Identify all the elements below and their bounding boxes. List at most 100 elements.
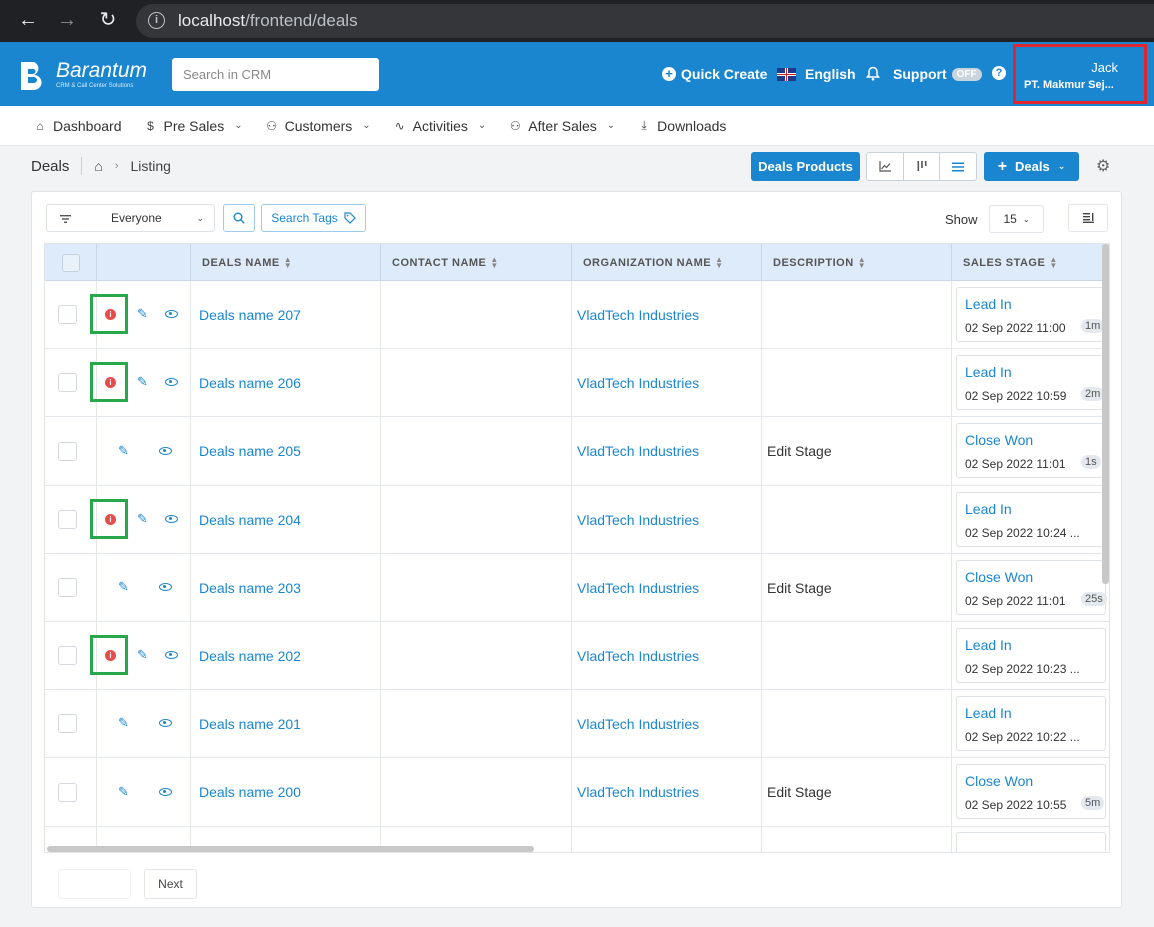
organization-link[interactable]: VladTech Industries [572,307,699,323]
sales-stage-card[interactable]: Lead In 02 Sep 2022 11:00 1m [956,287,1106,342]
site-info-icon[interactable]: i [148,12,165,29]
deals-products-button[interactable]: Deals Products [751,152,860,181]
edit-pencil-icon[interactable]: ✎ [118,579,129,595]
view-eye-icon[interactable] [159,787,172,796]
organization-link[interactable]: VladTech Industries [572,784,699,800]
table-row[interactable]: i ✎ Deals name 202 VladTech Industries Lead … [45,622,1109,690]
table-row[interactable]: i ✎ Deals name 207 VladTech Industries Lead … [45,281,1109,349]
list-view-icon[interactable] [940,153,976,180]
view-eye-icon[interactable] [159,583,172,591]
column-header-description[interactable]: DESCRIPTION ▲ ▼ [762,244,952,281]
edit-pencil-icon[interactable]: ✎ [137,374,148,390]
sales-stage-card[interactable] [956,832,1106,852]
brand-logo[interactable]: Barantum CRM & Call Center Solutions [18,58,158,92]
alert-icon[interactable]: i [105,309,116,320]
sales-stage-card[interactable]: Lead In 02 Sep 2022 10:59 2m [956,355,1106,410]
alert-icon[interactable]: i [105,514,116,525]
edit-pencil-icon[interactable]: ✎ [137,647,148,663]
search-tags-button[interactable]: Search Tags [261,204,366,232]
sales-stage-card[interactable]: Close Won 02 Sep 2022 11:01 25s [956,560,1107,615]
view-eye-icon[interactable] [159,446,172,455]
kanban-view-icon[interactable] [904,153,941,180]
edit-pencil-icon[interactable]: ✎ [137,511,148,527]
select-all-checkbox[interactable] [62,253,80,272]
row-checkbox[interactable] [58,646,77,665]
quick-create-button[interactable]: + Quick Create [662,66,767,82]
table-row[interactable]: i ✎ Deals name 204 VladTech Industries Lead … [45,486,1109,554]
row-checkbox[interactable] [58,441,77,461]
deal-name-link[interactable]: Deals name 205 [191,443,301,459]
url-text[interactable]: localhost/frontend/deals [178,11,358,31]
column-settings-button[interactable] [1068,204,1108,232]
organization-link[interactable]: VladTech Industries [572,648,699,664]
page-size-select[interactable]: 15 ⌄ [989,205,1044,233]
sales-stage-card[interactable]: Lead In 02 Sep 2022 10:23 ... [956,628,1106,683]
deal-name-link[interactable]: Deals name 200 [191,784,301,800]
deal-name-link[interactable]: Deals name 207 [191,307,301,323]
nav-pre-sales[interactable]: $ Pre Sales ⌄ [144,118,242,134]
horizontal-scrollbar[interactable] [47,846,534,852]
previous-page-button[interactable] [58,869,131,899]
nav-customers[interactable]: ⚇ Customers ⌄ [265,118,370,134]
edit-pencil-icon[interactable]: ✎ [118,784,129,800]
back-arrow-icon[interactable]: ← [17,9,39,31]
search-button[interactable] [223,204,255,232]
forward-arrow-icon[interactable]: → [56,9,78,31]
nav-activities[interactable]: ∿ Activities ⌄ [393,118,487,134]
crm-search-input[interactable] [172,58,379,91]
user-menu[interactable]: Jack PT. Makmur Sej... [1013,44,1147,104]
organization-link[interactable]: VladTech Industries [572,716,699,732]
alert-icon[interactable]: i [105,650,116,661]
view-eye-icon[interactable] [165,378,178,386]
support-toggle[interactable]: Support OFF [893,66,982,82]
table-row[interactable]: ✎ Deals name 200 VladTech Industries Edit S… [45,758,1109,827]
table-row[interactable]: i ✎ Deals name 206 VladTech Industries Lead … [45,349,1109,417]
view-eye-icon[interactable] [165,310,178,318]
owner-filter-select[interactable]: Everyone ⌄ [46,204,215,232]
deal-name-link[interactable]: Deals name 203 [191,580,301,596]
row-checkbox[interactable] [58,305,77,324]
sales-stage-card[interactable]: Lead In 02 Sep 2022 10:22 ... [956,696,1106,751]
view-eye-icon[interactable] [159,719,172,727]
view-eye-icon[interactable] [165,651,178,659]
sales-stage-card[interactable]: Close Won 02 Sep 2022 10:55 5m [956,764,1106,819]
deals-create-button[interactable]: + Deals ⌄ [984,152,1079,181]
nav-after-sales[interactable]: ⚇ After Sales ⌄ [508,118,615,134]
nav-downloads[interactable]: ⤓ Downloads [637,118,727,134]
organization-link[interactable]: VladTech Industries [572,580,699,596]
address-bar[interactable]: i localhost/frontend/deals [136,4,1154,38]
chart-view-icon[interactable] [867,153,904,180]
edit-pencil-icon[interactable]: ✎ [137,306,148,322]
edit-pencil-icon[interactable]: ✎ [118,715,129,731]
table-row[interactable]: ✎ Deals name 205 VladTech Industries Edit S… [45,417,1109,486]
sales-stage-card[interactable]: Close Won 02 Sep 2022 11:01 1s [956,423,1106,478]
deal-name-link[interactable]: Deals name 204 [191,512,301,528]
help-button[interactable]: ? [992,66,1006,80]
next-page-button[interactable]: Next [144,869,197,899]
edit-pencil-icon[interactable]: ✎ [118,443,129,459]
row-checkbox[interactable] [58,373,77,392]
home-icon[interactable]: ⌂ [94,158,102,174]
reload-icon[interactable]: ↻ [97,9,119,31]
sales-stage-card[interactable]: Lead In 02 Sep 2022 10:24 ... [956,492,1106,547]
table-row[interactable]: ✎ Deals name 203 VladTech Industries Edit S… [45,554,1109,622]
column-header-sales-stage[interactable]: SALES STAGE ▲ ▼ [952,244,1109,281]
row-checkbox[interactable] [58,714,77,733]
organization-link[interactable]: VladTech Industries [572,443,699,459]
nav-dashboard[interactable]: ⌂ Dashboard [33,118,121,134]
notifications-bell-icon[interactable] [866,66,880,81]
vertical-scrollbar[interactable] [1102,244,1109,584]
column-header-deals-name[interactable]: DEALS NAME ▲ ▼ [191,244,381,281]
organization-link[interactable]: VladTech Industries [572,512,699,528]
column-header-organization-name[interactable]: ORGANIZATION NAME ▲ ▼ [572,244,762,281]
language-selector[interactable]: English [777,66,856,82]
deal-name-link[interactable]: Deals name 201 [191,716,301,732]
column-header-contact-name[interactable]: CONTACT NAME ▲ ▼ [381,244,572,281]
row-checkbox[interactable] [58,510,77,529]
row-checkbox[interactable] [58,782,77,802]
deal-name-link[interactable]: Deals name 206 [191,375,301,391]
view-eye-icon[interactable] [165,515,178,523]
table-row[interactable]: ✎ Deals name 201 VladTech Industries Lead I… [45,690,1109,758]
row-checkbox[interactable] [58,578,77,597]
alert-icon[interactable]: i [105,377,116,388]
